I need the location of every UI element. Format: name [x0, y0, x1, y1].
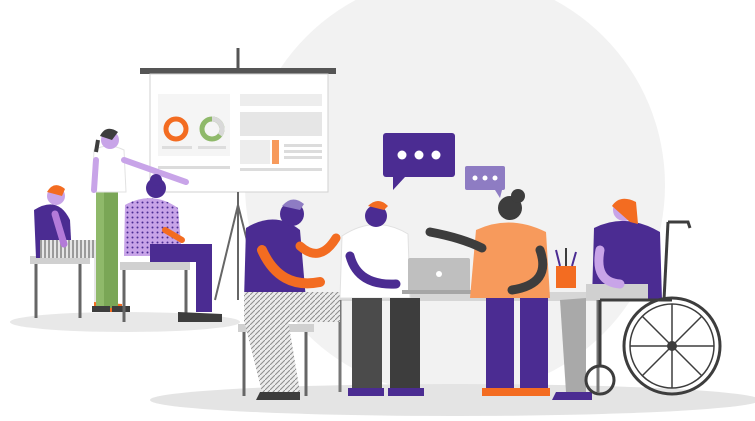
person-seated-dotted — [120, 174, 222, 322]
floor-shadow-right — [150, 384, 755, 416]
laptop-icon — [402, 258, 476, 294]
illustration-scene — [0, 0, 755, 421]
background-circle — [245, 0, 665, 395]
team-meeting-illustration — [10, 0, 755, 416]
